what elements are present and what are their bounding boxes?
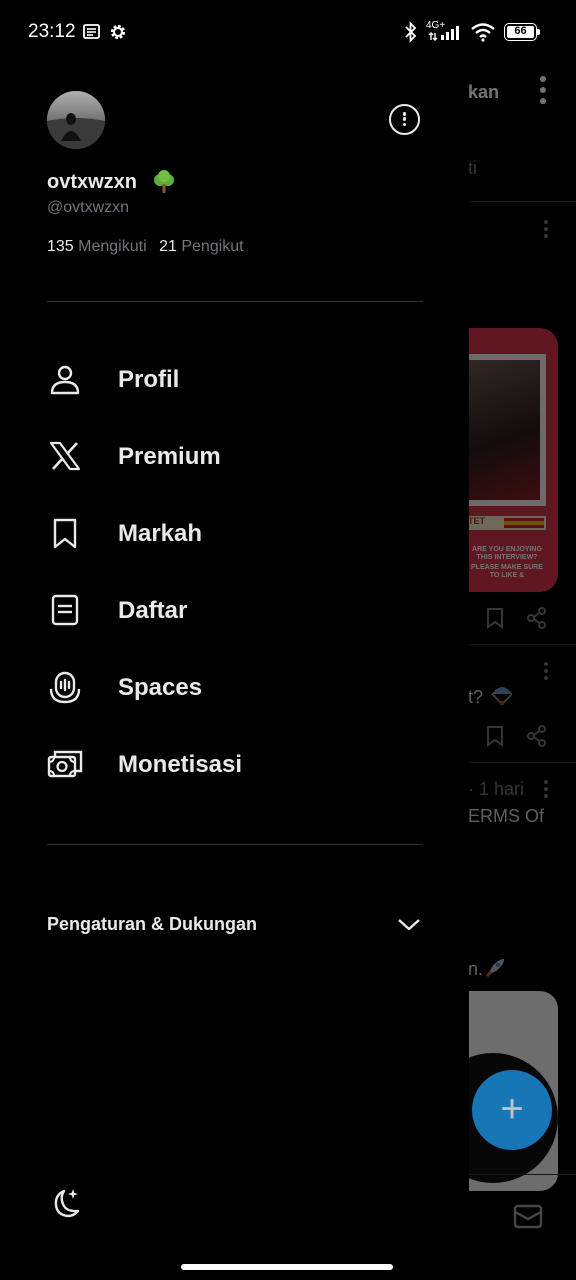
chevron-down-icon [398, 919, 420, 931]
bookmark-icon [53, 518, 77, 549]
post-meta-fragment: · 1 hari [468, 779, 525, 799]
menu-item-label: Monetisasi [118, 751, 243, 778]
settings-gear-icon [110, 24, 126, 40]
timeline-header-fragment: kan [468, 82, 500, 102]
settings-support-label: Pengaturan & Dukungan [47, 914, 258, 934]
settings-support-toggle[interactable]: Pengaturan & Dukungan [47, 905, 423, 945]
avatar[interactable] [47, 91, 105, 149]
bluetooth-icon [405, 21, 417, 43]
bookmark-action-icon[interactable] [486, 725, 504, 747]
post-text-fragment: n. [468, 959, 484, 979]
status-bar: 23:12 4G+ 66 [0, 0, 576, 64]
bookmark-action-icon[interactable] [486, 607, 504, 629]
compose-post-button[interactable]: + [472, 1070, 552, 1150]
followers-link[interactable]: 21 Pengikut [159, 238, 244, 255]
menu-item-daftar[interactable]: Daftar [47, 584, 427, 640]
post-more-icon[interactable] [544, 662, 548, 680]
dark-mode-moon-icon[interactable] [47, 1186, 81, 1220]
signal-icon [428, 26, 459, 41]
menu-item-monetisasi[interactable]: Monetisasi [47, 738, 427, 794]
notification-list-icon [83, 24, 100, 39]
media-badge-text: TET [468, 516, 485, 526]
status-time: 23:12 [28, 21, 76, 42]
followers-count: 21 [159, 238, 177, 255]
menu-item-label: Daftar [118, 597, 188, 624]
post-text-fragment: ERMS Of [468, 806, 545, 826]
profile-name[interactable]: ovtxwzxn [47, 171, 137, 194]
menu-item-profil[interactable]: Profil [47, 353, 427, 409]
money-icon [47, 750, 83, 778]
menu-item-label: Profil [118, 366, 180, 393]
menu-item-label: Markah [118, 520, 203, 547]
following-label: Mengikuti [78, 238, 147, 255]
rocket-emoji-icon [485, 959, 504, 978]
share-action-icon[interactable] [526, 725, 548, 747]
menu-item-label: Premium [118, 443, 221, 470]
divider [47, 844, 423, 845]
account-options-button[interactable] [389, 104, 420, 135]
spaces-microphone-icon [49, 671, 81, 704]
menu-item-label: Spaces [118, 674, 203, 701]
navigation-drawer: ovtxwzxn @ovtxwzxn 135 Mengikuti 21 Peng… [0, 0, 469, 1280]
following-count: 135 [47, 238, 74, 255]
follow-stats: 135 Mengikuti 21 Pengikut [47, 238, 244, 256]
tree-emoji-icon [154, 170, 174, 193]
media-caption-1: ARE YOU ENJOYING THIS INTERVIEW? [472, 546, 542, 561]
wifi-icon [471, 23, 495, 42]
post-more-icon[interactable] [544, 780, 548, 798]
menu-item-spaces[interactable]: Spaces [47, 661, 427, 717]
menu-item-premium[interactable]: Premium [47, 430, 427, 486]
divider [47, 301, 423, 302]
person-icon [50, 365, 80, 395]
post-media-thumbnail[interactable]: TET ARE YOU ENJOYING THIS INTERVIEW? PLE… [468, 328, 558, 592]
timeline-tab-fragment: ti [468, 158, 477, 178]
media-caption-2: PLEASE MAKE SURE TO LIKE & SUBSCRIBE! [471, 564, 543, 579]
post-more-icon[interactable] [544, 220, 548, 238]
followers-label: Pengikut [181, 238, 244, 255]
post-text-fragment: t? [468, 687, 484, 707]
menu-item-markah[interactable]: Markah [47, 507, 427, 563]
battery-icon: 66 [504, 23, 540, 41]
avatar-image [47, 91, 105, 149]
gesture-home-bar[interactable] [181, 1264, 393, 1270]
timeline-more-icon[interactable] [540, 76, 546, 104]
profile-handle[interactable]: @ovtxwzxn [47, 199, 129, 217]
following-link[interactable]: 135 Mengikuti [47, 238, 151, 255]
parachute-emoji-icon [491, 687, 513, 705]
messages-mail-icon[interactable] [512, 1200, 544, 1232]
x-logo-icon [49, 441, 81, 471]
share-action-icon[interactable] [526, 607, 548, 629]
list-icon [51, 594, 79, 626]
battery-level: 66 [514, 25, 527, 37]
